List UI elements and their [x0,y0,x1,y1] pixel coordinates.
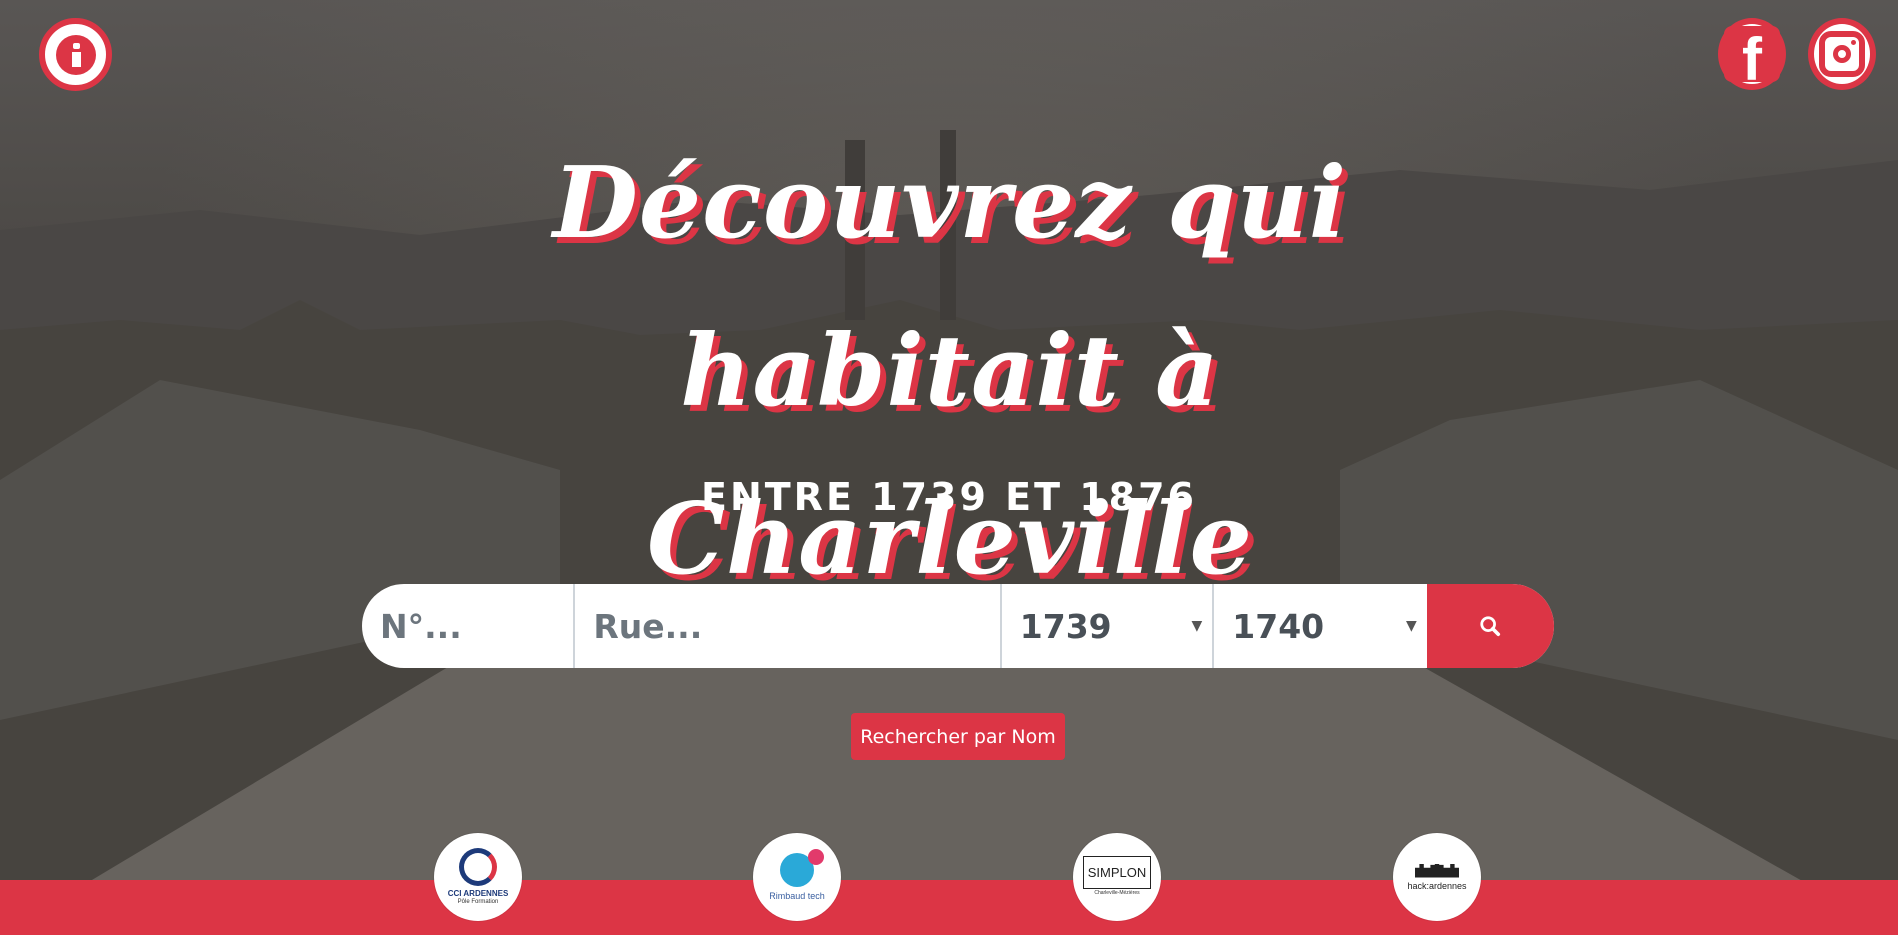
rimbaud-tech-logo-icon [780,849,824,887]
castle-icon [1415,863,1459,878]
partner-logo-simplon[interactable]: SIMPLON Charleville-Mézières [1073,833,1161,921]
info-circle-icon [55,34,96,75]
partner-logo-rimbaud-tech[interactable]: Rimbaud tech [753,833,841,921]
hero-title-line1: Découvrez qui habitait à [552,146,1348,429]
house-number-input[interactable]: N°... [362,584,576,668]
cci-logo-icon [459,847,497,886]
year-to-select[interactable]: 1740 ▼ [1214,584,1426,668]
chevron-down-icon: ▼ [1191,618,1203,634]
partner-name: SIMPLON [1082,856,1152,889]
partner-name: Rimbaud tech [769,891,825,901]
street-input[interactable]: Rue... [575,584,1002,668]
partner-logo-cci[interactable]: CCI ARDENNES Pôle Formation [434,833,522,921]
hero-subtitle: ENTRE 1739 ET 1876 [701,475,1197,519]
search-submit-button[interactable] [1426,584,1554,668]
search-by-name-button[interactable]: Rechercher par Nom [851,713,1065,760]
hero-title: Découvrez qui habitait à Charleville [360,120,1540,624]
instagram-link[interactable] [1808,18,1876,90]
partner-logo-hack-ardennes[interactable]: hack:ardennes [1393,833,1481,921]
search-icon [1480,616,1501,637]
facebook-link[interactable]: f [1718,18,1786,90]
partner-name: CCI ARDENNES [447,888,509,898]
year-to-value: 1740 [1232,606,1325,646]
footer-bar [0,880,1898,935]
instagram-icon [1819,31,1865,77]
chevron-down-icon: ▼ [1405,618,1417,634]
year-from-value: 1739 [1019,606,1112,646]
partner-sub: Pôle Formation [457,898,499,905]
facebook-icon: f [1724,26,1780,82]
partner-sub: Charleville-Mézières [1094,890,1140,896]
address-search-form: N°... Rue... 1739 ▼ 1740 ▼ [362,584,1554,668]
info-button[interactable] [39,18,112,91]
year-from-select[interactable]: 1739 ▼ [1002,584,1215,668]
partner-name: hack:ardennes [1407,880,1467,891]
